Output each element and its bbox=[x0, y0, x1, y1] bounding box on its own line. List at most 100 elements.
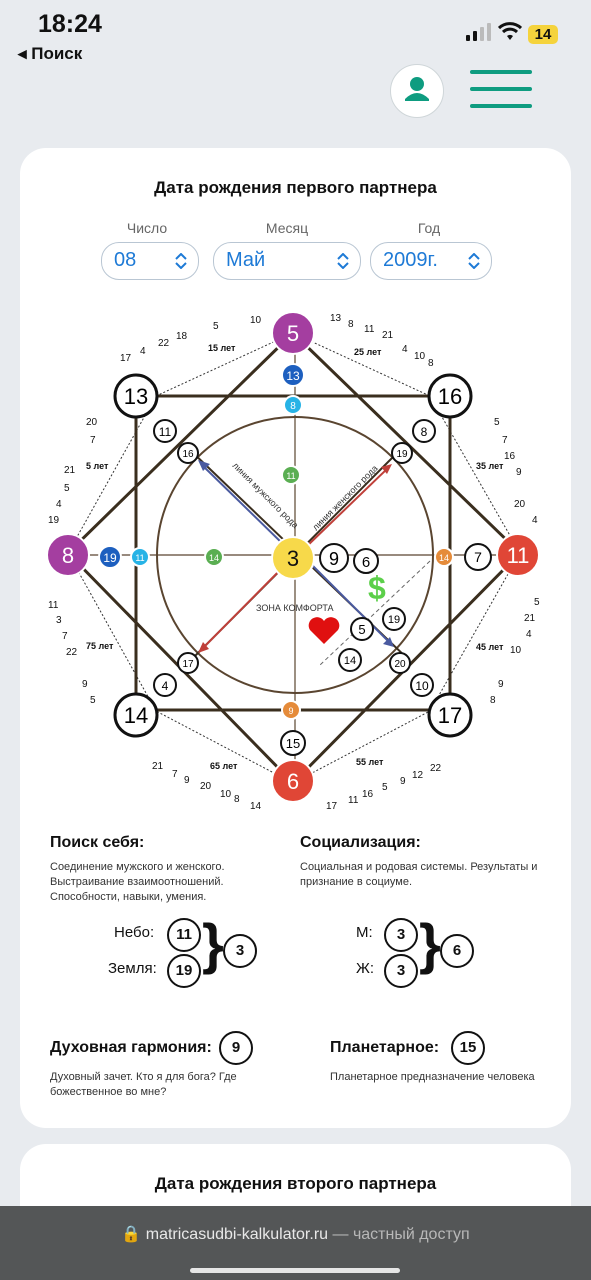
node-sq-tl: 11 bbox=[153, 419, 177, 443]
node-left-2: 19 bbox=[98, 545, 122, 569]
status-bar: 18:24 ◂ Поиск 14 bbox=[0, 0, 591, 68]
node-corner-br-value: 17 bbox=[438, 703, 462, 728]
arc-num: 22 bbox=[66, 647, 78, 658]
arc-num: 5 bbox=[534, 597, 540, 608]
earth-value: 19 bbox=[167, 954, 201, 988]
month-select[interactable]: Май bbox=[213, 242, 361, 280]
node-sq-br: 10 bbox=[410, 673, 434, 697]
arc-num: 20 bbox=[200, 781, 212, 792]
arc-num: 17 bbox=[326, 801, 338, 812]
node-heart-5-value: 5 bbox=[358, 622, 365, 637]
socialization-title: Социализация: bbox=[300, 834, 421, 851]
arc-num: 8 bbox=[348, 319, 354, 330]
brace-icon: } bbox=[419, 912, 441, 975]
planetary-text: Планетарное предназначение человека bbox=[330, 1071, 535, 1083]
node-sq-tl2: 16 bbox=[177, 442, 199, 464]
dollar-icon: $ bbox=[368, 570, 386, 606]
node-corner-tl-value: 13 bbox=[124, 384, 148, 409]
back-to-search-link[interactable]: ◂ Поиск bbox=[18, 44, 82, 64]
node-center-r1-value: 9 bbox=[329, 549, 339, 569]
node-sq-br2: 20 bbox=[389, 652, 411, 674]
arc-num: 11 bbox=[364, 324, 375, 335]
battery-indicator: 14 bbox=[528, 25, 558, 44]
node-left-value: 8 bbox=[62, 543, 74, 568]
arc-num: 8 bbox=[490, 695, 496, 706]
home-indicator[interactable] bbox=[190, 1268, 400, 1273]
node-bottom: 6 bbox=[271, 759, 315, 803]
age-label: 75 лет bbox=[86, 641, 114, 651]
brace-icon: } bbox=[202, 912, 224, 975]
age-label: 45 лет bbox=[476, 642, 504, 652]
node-bottom-3: 9 bbox=[281, 700, 301, 720]
node-right-2: 7 bbox=[464, 543, 492, 571]
m-label: М: bbox=[356, 924, 373, 941]
menu-hamburger-icon[interactable] bbox=[470, 70, 532, 112]
node-sq-bl-value: 4 bbox=[162, 679, 169, 693]
url-text: 🔒 matricasudbi-kalkulator.ru — частный д… bbox=[0, 1224, 591, 1244]
node-corner-bl: 14 bbox=[113, 692, 159, 738]
arc-num: 4 bbox=[526, 629, 532, 640]
age-label: 55 лет bbox=[356, 757, 384, 767]
arc-num: 8 bbox=[234, 794, 240, 805]
clock: 18:24 bbox=[38, 10, 102, 38]
node-left-3: 11 bbox=[130, 547, 150, 567]
node-top-2: 13 bbox=[281, 363, 305, 387]
node-corner-tr: 16 bbox=[427, 373, 473, 419]
year-value: 2009г. bbox=[383, 249, 438, 271]
node-top-3: 8 bbox=[283, 395, 303, 415]
node-inner-top: 11 bbox=[281, 465, 301, 485]
node-corner-br: 17 bbox=[427, 692, 473, 738]
self-search-title: Поиск себя: bbox=[50, 834, 145, 851]
node-sq-tl2-value: 16 bbox=[182, 449, 194, 460]
f-label: Ж: bbox=[356, 960, 375, 977]
user-profile-button[interactable] bbox=[390, 64, 444, 118]
arc-num: 20 bbox=[86, 417, 98, 428]
arc-num: 22 bbox=[430, 763, 442, 774]
arc-num: 11 bbox=[348, 795, 359, 806]
age-label: 15 лет bbox=[208, 343, 236, 353]
node-right: 11 bbox=[496, 533, 540, 577]
sky-label: Небо: bbox=[114, 924, 155, 941]
card-title: Дата рождения первого партнера bbox=[154, 178, 437, 197]
signal-icon bbox=[466, 23, 491, 41]
day-select[interactable]: 08 bbox=[101, 242, 199, 280]
arc-num: 11 bbox=[48, 600, 59, 611]
f-value: 3 bbox=[384, 954, 418, 988]
node-inner-left: 14 bbox=[204, 547, 224, 567]
node-bottom-3-value: 9 bbox=[288, 706, 293, 716]
arc-num: 13 bbox=[330, 313, 342, 324]
node-left-2-value: 19 bbox=[103, 551, 117, 565]
arc-num: 17 bbox=[120, 353, 132, 364]
arc-num: 7 bbox=[62, 631, 68, 642]
node-right-3-value: 14 bbox=[439, 553, 449, 563]
arc-num: 5 bbox=[213, 321, 219, 332]
year-label: Год bbox=[417, 220, 441, 236]
node-left-3-value: 11 bbox=[135, 553, 144, 563]
arc-num: 4 bbox=[402, 344, 408, 355]
url-domain: matricasudbi-kalkulator.ru bbox=[145, 1226, 329, 1243]
arc-num: 22 bbox=[158, 338, 170, 349]
user-icon bbox=[405, 77, 429, 101]
node-14-inner-value: 14 bbox=[344, 655, 356, 667]
arc-num: 12 bbox=[412, 770, 424, 781]
node-top-value: 5 bbox=[287, 321, 299, 346]
month-label: Месяц bbox=[265, 220, 309, 236]
node-corner-tl: 13 bbox=[113, 373, 159, 419]
browser-url-bar[interactable]: 🔒 matricasudbi-kalkulator.ru — частный д… bbox=[0, 1206, 591, 1280]
arc-num: 5 bbox=[382, 782, 388, 793]
arc-num: 9 bbox=[82, 679, 88, 690]
node-bottom-2-value: 15 bbox=[286, 736, 300, 751]
node-top-3-value: 8 bbox=[290, 401, 296, 412]
month-value: Май bbox=[226, 249, 266, 271]
year-select[interactable]: 2009г. bbox=[370, 242, 492, 280]
node-sq-tr2: 19 bbox=[391, 442, 413, 464]
arc-num: 10 bbox=[510, 645, 522, 656]
node-bottom-value: 6 bbox=[287, 769, 299, 794]
arc-num: 20 bbox=[514, 499, 526, 510]
arc-num: 4 bbox=[532, 515, 538, 526]
arc-num: 10 bbox=[414, 351, 426, 362]
m-value: 3 bbox=[384, 918, 418, 952]
age-label: 65 лет bbox=[210, 761, 238, 771]
node-center-value: 3 bbox=[287, 546, 299, 571]
node-sq-bl: 4 bbox=[153, 673, 177, 697]
